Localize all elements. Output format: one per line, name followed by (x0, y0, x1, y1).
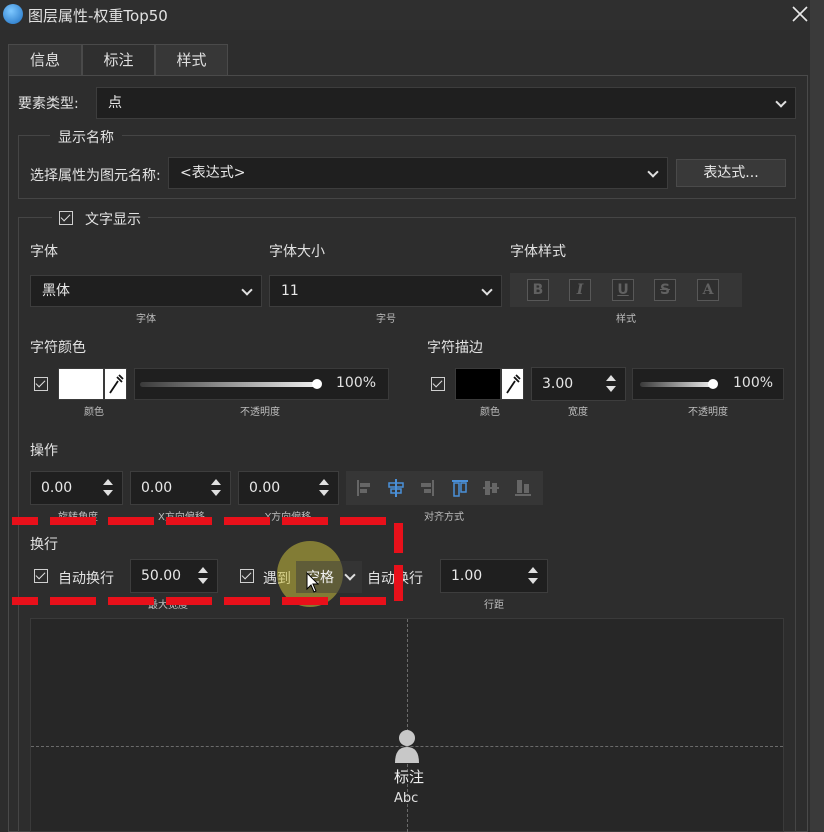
spinner-arrows-icon[interactable] (211, 479, 221, 499)
outline-opacity-track (640, 382, 714, 387)
font-size-value: 11 (281, 283, 299, 299)
outline-width-value: 3.00 (542, 376, 574, 392)
font-size-caption: 字号 (376, 314, 396, 325)
rotation-value: 0.00 (41, 480, 73, 496)
char-color-swatch[interactable] (58, 368, 104, 400)
char-color-checkbox[interactable] (34, 377, 48, 391)
outline-color-swatch[interactable] (455, 368, 501, 400)
font-style-caption: 样式 (616, 314, 636, 325)
spinner-arrows-icon[interactable] (528, 567, 538, 587)
close-icon[interactable] (790, 4, 810, 24)
tab-label[interactable]: 标注 (82, 44, 155, 76)
outline-opacity-handle[interactable] (708, 379, 718, 389)
spinner-arrows-icon[interactable] (103, 479, 113, 499)
name-attribute-value: <表达式> (180, 165, 246, 181)
font-select[interactable]: 黑体 (30, 275, 262, 307)
outline-opacity-value: 100% (733, 375, 774, 391)
outline-text-button[interactable]: A (697, 279, 719, 301)
spinner-arrows-icon[interactable] (319, 479, 329, 499)
feature-type-label: 要素类型: (18, 96, 79, 112)
chevron-down-icon (481, 284, 493, 296)
italic-button[interactable]: I (569, 279, 591, 301)
background-window-edge (810, 0, 824, 832)
feature-type-value: 点 (108, 95, 122, 111)
operation-label: 操作 (30, 443, 58, 459)
line-spacing-spinner[interactable]: 1.00 (440, 559, 548, 593)
annotation-highlight-box (12, 517, 404, 605)
globe-icon (3, 4, 23, 24)
chevron-down-icon (647, 166, 659, 178)
line-spacing-caption: 行距 (484, 600, 504, 611)
char-color-label: 字符颜色 (30, 340, 86, 356)
font-style-label: 字体样式 (510, 244, 566, 260)
x-offset-value: 0.00 (141, 480, 173, 496)
bold-button[interactable]: B (527, 279, 549, 301)
y-offset-spinner[interactable]: 0.00 (238, 471, 339, 505)
expression-button[interactable]: 表达式... (676, 159, 786, 187)
font-caption: 字体 (136, 314, 156, 325)
char-opacity-value: 100% (336, 375, 377, 391)
char-opacity-handle[interactable] (312, 379, 322, 389)
chevron-down-icon (241, 284, 253, 296)
chevron-down-icon (775, 96, 787, 108)
font-label: 字体 (30, 244, 58, 260)
outline-color-caption: 颜色 (480, 407, 500, 418)
outline-width-spinner[interactable]: 3.00 (531, 367, 626, 401)
outline-width-caption: 宽度 (568, 407, 588, 418)
tab-style[interactable]: 样式 (155, 44, 228, 76)
eyedropper-icon[interactable] (501, 368, 524, 400)
text-display-title: 文字显示 (85, 212, 141, 228)
window-title: 图层属性-权重Top50 (28, 7, 168, 25)
font-size-select[interactable]: 11 (269, 275, 502, 307)
underline-button[interactable]: U (612, 279, 634, 301)
char-opacity-caption: 不透明度 (240, 407, 280, 418)
preview-sample-text: Abc (394, 791, 419, 806)
char-outline-label: 字符描边 (427, 340, 483, 356)
tab-info[interactable]: 信息 (8, 44, 82, 76)
y-offset-value: 0.00 (249, 480, 281, 496)
char-opacity-track (140, 382, 317, 387)
person-marker-icon (393, 729, 421, 765)
align-left-icon[interactable] (355, 478, 373, 498)
alignment-caption: 对齐方式 (424, 512, 464, 523)
char-color-caption: 颜色 (84, 407, 104, 418)
spinner-arrows-icon[interactable] (606, 375, 616, 395)
align-bottom-icon[interactable] (514, 478, 532, 498)
outline-opacity-caption: 不透明度 (688, 407, 728, 418)
align-right-icon[interactable] (418, 478, 436, 498)
strikethrough-button[interactable]: S (654, 279, 676, 301)
eyedropper-icon[interactable] (104, 368, 127, 400)
feature-type-select[interactable]: 点 (96, 87, 796, 119)
name-attribute-select[interactable]: <表达式> (168, 157, 668, 189)
font-size-label: 字体大小 (269, 244, 325, 260)
preview-label-text: 标注 (394, 768, 425, 786)
x-offset-spinner[interactable]: 0.00 (130, 471, 231, 505)
align-top-icon[interactable] (451, 478, 469, 498)
rotation-spinner[interactable]: 0.00 (30, 471, 123, 505)
name-attribute-label: 选择属性为图元名称: (30, 168, 161, 184)
char-outline-checkbox[interactable] (431, 377, 445, 391)
align-middle-icon[interactable] (482, 478, 500, 498)
font-value: 黑体 (42, 283, 70, 299)
display-name-title: 显示名称 (50, 127, 122, 147)
text-display-checkbox[interactable] (59, 211, 73, 225)
line-spacing-value: 1.00 (451, 568, 483, 584)
align-center-icon[interactable] (387, 478, 405, 498)
